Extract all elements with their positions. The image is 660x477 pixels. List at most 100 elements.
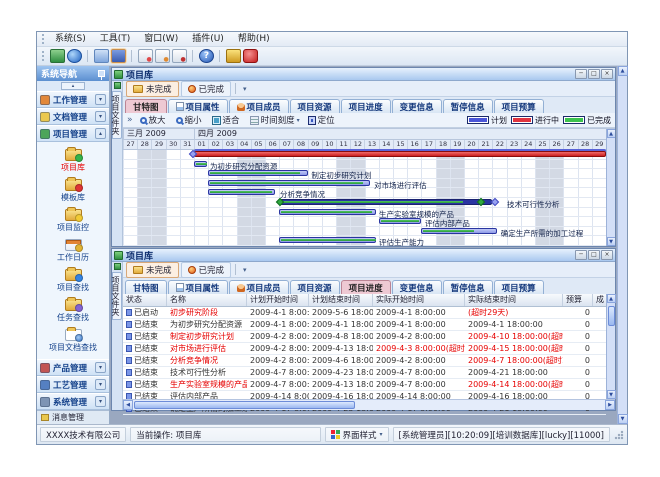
scroll-up-icon[interactable]: ▲ bbox=[607, 294, 616, 303]
filter-tab[interactable]: 未完成 bbox=[126, 262, 179, 278]
table-row[interactable]: 已结束 制定初步研究计划 2009-4-2 8:00:00 2009-4-8 1… bbox=[123, 331, 606, 343]
project-folder-tab[interactable]: 项目文件夹 bbox=[112, 272, 122, 320]
scroll-down-icon[interactable]: ▼ bbox=[607, 390, 616, 399]
gantt-tool-button[interactable]: 适合 bbox=[210, 114, 244, 126]
filter-tab[interactable]: 已完成 bbox=[181, 262, 232, 278]
resize-grip[interactable] bbox=[614, 430, 624, 440]
gantt-bar[interactable] bbox=[279, 209, 376, 215]
toolbar-icon[interactable] bbox=[94, 49, 109, 63]
scroll-thumb[interactable] bbox=[608, 306, 615, 326]
sidebar-group[interactable]: 项目管理 ▴ bbox=[37, 125, 109, 142]
table-row[interactable]: 已结束 技术可行性分析 2009-4-7 8:00:00 2009-4-23 1… bbox=[123, 367, 606, 379]
view-tab[interactable]: 项目预算 bbox=[494, 280, 544, 294]
toolbar-icon[interactable] bbox=[50, 49, 65, 63]
gantt-bar[interactable] bbox=[208, 180, 369, 186]
sidebar-item[interactable]: 工作日历 bbox=[57, 236, 89, 263]
gantt-bar[interactable] bbox=[421, 228, 497, 234]
menu-item[interactable]: 窗口(W) bbox=[137, 32, 185, 47]
message-manager-tab[interactable]: 消息管理 bbox=[37, 410, 109, 424]
toolbar-icon[interactable] bbox=[219, 50, 221, 62]
toolbar-icon[interactable] bbox=[243, 49, 258, 63]
scroll-up-icon[interactable]: ▲ bbox=[618, 66, 628, 76]
window-button[interactable]: ─ bbox=[575, 69, 587, 79]
column-header[interactable]: 名称 bbox=[167, 294, 247, 306]
scroll-down-icon[interactable]: ▼ bbox=[618, 414, 628, 424]
gantt-tool-button[interactable]: 缩小 bbox=[174, 114, 206, 126]
gantt-bar[interactable] bbox=[379, 218, 422, 224]
sidebar-group[interactable]: 工艺管理 ▾ bbox=[37, 376, 109, 393]
column-header[interactable]: 计划结束时间 bbox=[309, 294, 373, 306]
toolbar-icon[interactable] bbox=[172, 49, 187, 63]
sidebar-group[interactable]: 工作管理 ▾ bbox=[37, 91, 109, 108]
chevron-icon[interactable]: ▾ bbox=[95, 362, 106, 373]
column-header[interactable]: 状态 bbox=[123, 294, 167, 306]
window-button[interactable]: □ bbox=[588, 69, 600, 79]
sidebar-item[interactable]: 任务查找 bbox=[57, 296, 89, 323]
mdi-vertical-scrollbar[interactable]: ▲ ▼ bbox=[617, 66, 627, 424]
toolbar-icon[interactable] bbox=[155, 49, 170, 63]
overflow-icon[interactable]: ▾ bbox=[240, 266, 250, 274]
scroll-up-icon[interactable]: ▲ bbox=[607, 129, 616, 138]
menu-item[interactable]: 帮助(H) bbox=[231, 32, 277, 47]
view-tab[interactable]: 项目进度 bbox=[341, 280, 391, 294]
window-button[interactable]: □ bbox=[588, 250, 600, 260]
view-tab[interactable]: 项目进度 bbox=[341, 99, 391, 113]
view-tab[interactable]: 项目资源 bbox=[290, 280, 340, 294]
view-tab[interactable]: 变更信息 bbox=[392, 99, 442, 113]
table-row[interactable]: 已启动 初步研究阶段 2009-4-1 8:00:00 2009-5-6 18:… bbox=[123, 307, 606, 319]
sidebar-item[interactable]: 项目文档查找 bbox=[49, 326, 97, 353]
toolbar-icon[interactable] bbox=[226, 49, 241, 63]
view-tab[interactable]: 甘特图 bbox=[125, 99, 167, 113]
interface-style-button[interactable]: 界面样式 ▾ bbox=[325, 427, 389, 442]
view-tab[interactable]: 项目成员 bbox=[229, 280, 289, 294]
window-button[interactable]: ─ bbox=[575, 250, 587, 260]
view-tab[interactable]: 项目成员 bbox=[229, 99, 289, 113]
sidebar-group[interactable]: 产品管理 ▾ bbox=[37, 359, 109, 376]
filter-tab[interactable]: 未完成 bbox=[126, 81, 179, 97]
scroll-down-icon[interactable]: ▼ bbox=[607, 237, 616, 246]
gantt-bar[interactable] bbox=[279, 199, 492, 205]
table-horizontal-scrollbar[interactable]: ◀ ▶ bbox=[123, 399, 615, 410]
chevron-icon[interactable]: ▾ bbox=[95, 379, 106, 390]
column-header[interactable]: 实际结束时间 bbox=[465, 294, 563, 306]
view-tab[interactable]: 甘特图 bbox=[125, 280, 167, 294]
table-window-titlebar[interactable]: 项目库 ─□× bbox=[112, 249, 615, 262]
chevron-icon[interactable]: ▴ bbox=[95, 128, 106, 139]
sidebar-item[interactable]: 模板库 bbox=[61, 176, 85, 203]
view-tab[interactable]: 项目预算 bbox=[494, 99, 544, 113]
column-header[interactable]: 计划开始时间 bbox=[247, 294, 309, 306]
chevron-icon[interactable]: ▾ bbox=[95, 94, 106, 105]
gantt-bar[interactable] bbox=[194, 161, 207, 167]
table-row[interactable]: 已结束 为初步研究分配资源 2009-4-1 8:00:00 2009-4-1 … bbox=[123, 319, 606, 331]
column-header[interactable]: 成 bbox=[593, 294, 607, 306]
toolbar-icon[interactable] bbox=[138, 49, 153, 63]
project-folder-tab[interactable]: 项目文件夹 bbox=[112, 91, 122, 139]
gantt-bar[interactable] bbox=[194, 151, 606, 157]
gantt-vertical-scrollbar[interactable]: ▲ ▼ bbox=[606, 129, 615, 246]
window-button[interactable]: × bbox=[601, 250, 613, 260]
pin-icon[interactable] bbox=[98, 70, 105, 77]
chevron-icon[interactable]: ▾ bbox=[95, 396, 106, 407]
column-header[interactable]: 预算 bbox=[563, 294, 593, 306]
gantt-tool-button[interactable]: 定位 bbox=[306, 114, 339, 126]
view-tab[interactable]: 项目资源 bbox=[290, 99, 340, 113]
view-tab[interactable]: 项目属性 bbox=[168, 99, 228, 113]
view-tab[interactable]: 暂停信息 bbox=[443, 99, 493, 113]
sidebar-item[interactable]: 项目监控 bbox=[57, 206, 89, 233]
toolbar-icon[interactable] bbox=[87, 50, 89, 62]
menu-item[interactable]: 工具(T) bbox=[93, 32, 138, 47]
gantt-tool-button[interactable]: 时间刻度 ▾ bbox=[248, 114, 302, 126]
collapse-button[interactable]: ▴ bbox=[61, 82, 85, 90]
window-button[interactable]: × bbox=[601, 69, 613, 79]
scroll-left-icon[interactable]: ◀ bbox=[123, 400, 133, 410]
toolbar-icon[interactable] bbox=[67, 49, 82, 63]
column-header[interactable]: 实际开始时间 bbox=[373, 294, 465, 306]
chevron-icon[interactable]: » bbox=[127, 115, 133, 125]
filter-tab[interactable]: 已完成 bbox=[181, 81, 232, 97]
gantt-bar[interactable] bbox=[208, 189, 275, 195]
menu-item[interactable]: 插件(U) bbox=[185, 32, 231, 47]
toolbar-icon[interactable] bbox=[111, 49, 126, 63]
menu-item[interactable]: 系统(S) bbox=[48, 32, 93, 47]
toolbar-icon[interactable] bbox=[192, 50, 194, 62]
gantt-tool-button[interactable]: 放大 bbox=[138, 114, 170, 126]
